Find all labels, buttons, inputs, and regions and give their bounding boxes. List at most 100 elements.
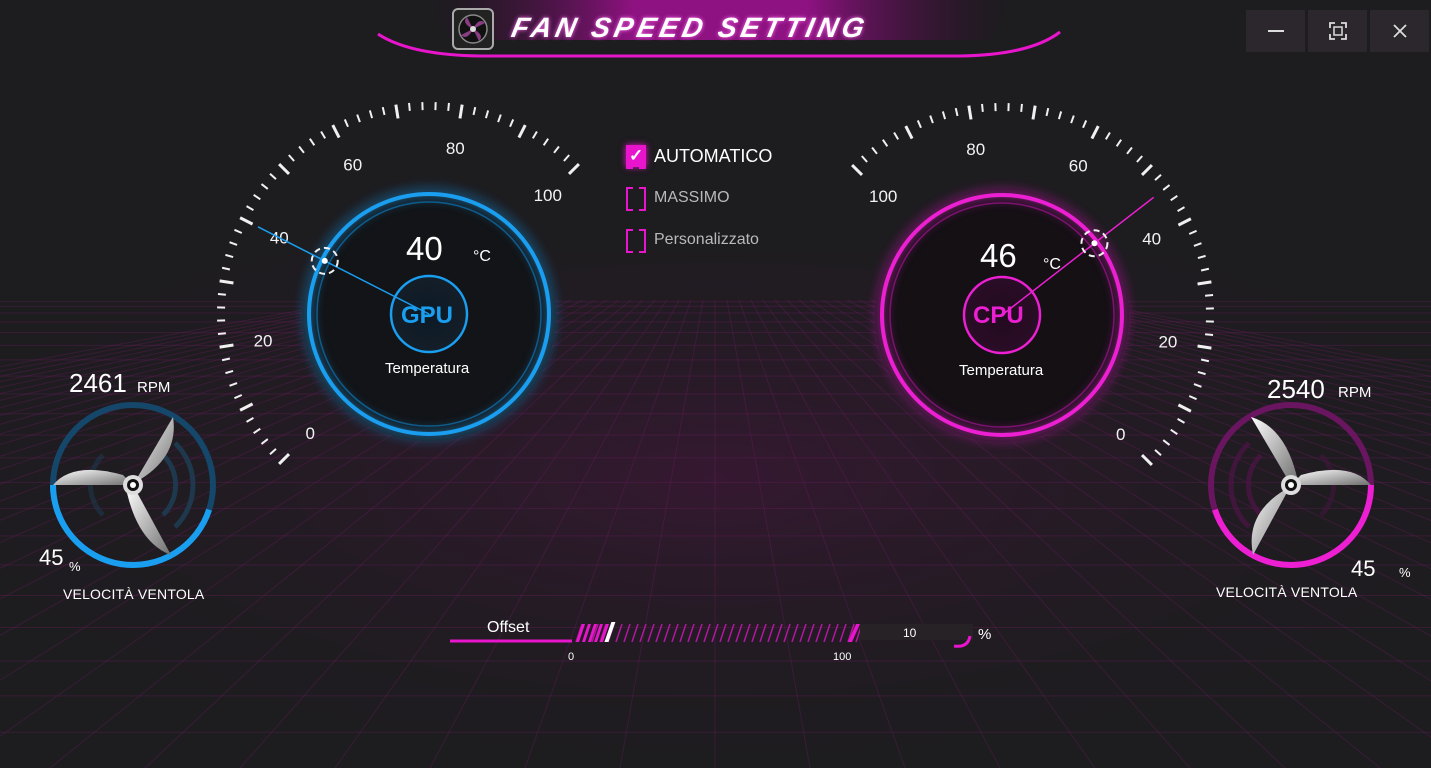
gauge-tick <box>225 369 234 375</box>
gauge-tick <box>253 194 261 201</box>
gauge-tick <box>458 104 464 119</box>
cpu-label: CPU <box>973 302 1024 329</box>
gpu-gauge: 0 20 40 60 80 100 <box>217 102 580 465</box>
gauge-scale-label: 60 <box>343 155 362 174</box>
gauge-scale-label: 100 <box>869 187 897 206</box>
gauge-tick <box>217 293 226 296</box>
gauge-tick <box>1070 115 1075 124</box>
gauge-tick <box>472 106 477 116</box>
left-fan-caption: VELOCITÀ VENTOLA <box>63 586 205 602</box>
gauge-tick <box>981 103 984 112</box>
gauge-tick <box>893 132 900 140</box>
gauge-tick <box>517 124 527 139</box>
gauge-tick <box>497 114 502 123</box>
right-fan-caption: VELOCITÀ VENTOLA <box>1216 584 1358 600</box>
offset-value-field[interactable]: 10 <box>903 626 916 640</box>
right-fan-percent-value: 45 <box>1351 556 1376 581</box>
minimize-icon <box>1267 30 1284 32</box>
gauge-scale-label: 20 <box>254 331 273 350</box>
gauge-tick <box>298 145 305 154</box>
gauge-tick <box>904 125 914 140</box>
gauge-tick <box>260 438 269 445</box>
gauge-tick <box>563 154 570 162</box>
gauge-scale-label: 60 <box>1069 156 1088 175</box>
gauge-tick <box>278 163 291 176</box>
gauge-tick <box>1188 229 1197 235</box>
minimize-button[interactable] <box>1246 10 1305 52</box>
gauge-tick <box>1020 103 1023 112</box>
cpu-gauge: 0 20 40 60 80 100 <box>851 103 1214 466</box>
gauge-tick <box>234 394 243 400</box>
gauge-tick <box>331 124 341 139</box>
maximize-icon <box>1328 22 1347 40</box>
gauge-tick <box>509 119 515 128</box>
gauge-tick <box>269 448 277 455</box>
gauge-tick <box>531 131 538 139</box>
gauge-tick <box>381 106 386 116</box>
gauge-tick <box>542 138 549 146</box>
gauge-tick <box>1197 280 1212 286</box>
gauge-tick <box>260 183 269 190</box>
gauge-tick <box>219 279 234 285</box>
checkbox-unchecked-icon <box>626 187 646 211</box>
gauge-tick <box>269 173 277 180</box>
gauge-scale-label: 0 <box>1116 425 1125 444</box>
gauge-tick <box>851 164 864 177</box>
mode-personalizzato[interactable]: Personalizzato <box>626 229 759 253</box>
gauge-scale-label: 0 <box>305 424 314 443</box>
offset-max-label: 100 <box>833 651 852 663</box>
right-fan-rpm-unit: RPM <box>1338 384 1372 401</box>
mode-massimo-label: MASSIMO <box>654 189 730 206</box>
gauge-tick <box>225 253 234 259</box>
left-fan-rpm-unit: RPM <box>137 379 171 396</box>
gauge-tick <box>1082 120 1088 129</box>
gauge-tick <box>1140 453 1153 466</box>
cpu-temperature-value: 46 <box>980 237 1017 274</box>
gauge-tick <box>1197 370 1206 376</box>
mode-automatico[interactable]: ✓ AUTOMATICO <box>626 145 773 169</box>
gauge-tick <box>221 266 231 271</box>
cpu-temperature-unit: °C <box>1043 256 1061 273</box>
gauge-tick <box>1200 358 1210 363</box>
close-button[interactable] <box>1370 10 1429 52</box>
gauge-tick <box>221 357 231 362</box>
offset-unit: % <box>978 626 992 643</box>
gauge-tick <box>1154 174 1162 181</box>
gauge-tick <box>234 228 243 234</box>
gauge-tick <box>861 155 868 163</box>
gauge-tick <box>1154 449 1162 456</box>
gauge-tick <box>1126 146 1133 155</box>
left-fan-percent-value: 45 <box>39 545 64 570</box>
gauge-tick <box>1162 184 1171 191</box>
left-fan-gauge <box>50 402 216 568</box>
gauge-tick <box>394 104 400 119</box>
gauge-tick <box>309 138 316 146</box>
gauge-tick <box>1057 111 1063 120</box>
gauge-scale-label: 20 <box>1158 332 1177 351</box>
gauge-tick <box>1177 217 1192 227</box>
gauge-tick <box>941 111 947 120</box>
mode-personalizzato-label: Personalizzato <box>654 231 759 248</box>
gauge-scale-label: 40 <box>1142 230 1161 249</box>
gauge-tick <box>1045 107 1050 117</box>
gauge-tick <box>1104 132 1111 140</box>
mode-massimo[interactable]: MASSIMO <box>626 187 730 211</box>
gauge-tick <box>219 343 234 349</box>
left-fan-rpm-value: 2461 <box>69 368 127 398</box>
mode-automatico-label: AUTOMATICO <box>654 145 773 166</box>
app-logo-icon <box>452 8 494 50</box>
gauge-tick <box>1197 254 1206 260</box>
gauge-tick <box>1170 428 1178 435</box>
gauge-tick <box>954 107 959 117</box>
right-fan-percent-unit: % <box>1399 565 1411 580</box>
gauge-tick <box>1193 242 1202 247</box>
gauge-tick <box>288 154 295 162</box>
gauge-tick <box>320 131 327 139</box>
maximize-button[interactable] <box>1308 10 1367 52</box>
gauge-tick <box>1193 383 1202 388</box>
gauge-tick <box>916 120 922 129</box>
gauge-tick <box>447 102 450 111</box>
gauge-tick <box>1177 206 1185 213</box>
checkbox-checked-icon: ✓ <box>626 145 646 169</box>
gauge-tick <box>229 241 238 246</box>
